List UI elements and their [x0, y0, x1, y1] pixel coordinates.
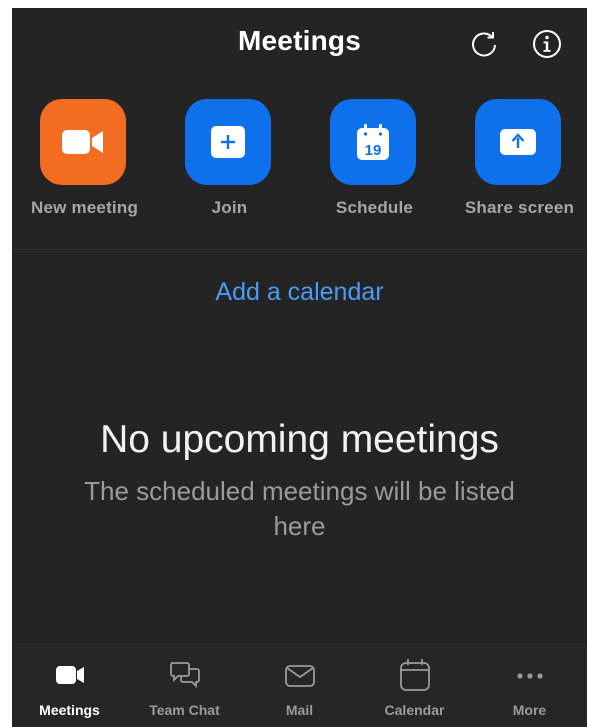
tab-meetings[interactable]: Meetings	[12, 648, 127, 727]
tab-calendar[interactable]: Calendar	[357, 648, 472, 727]
tab-mail[interactable]: Mail	[242, 648, 357, 727]
tab-more[interactable]: More	[472, 648, 587, 727]
share-screen-label: Share screen	[464, 198, 575, 217]
plus-icon	[211, 126, 245, 158]
envelope-icon	[282, 658, 318, 692]
new-meeting-label: New meeting	[30, 198, 139, 217]
chat-bubbles-icon	[167, 658, 203, 692]
schedule-action[interactable]: 19 Schedule	[302, 98, 447, 228]
refresh-icon[interactable]	[468, 28, 500, 60]
join-button[interactable]	[185, 99, 271, 185]
tab-team-chat-label: Team Chat	[149, 702, 220, 718]
empty-state-title: No upcoming meetings	[100, 418, 499, 461]
tab-team-chat[interactable]: Team Chat	[127, 648, 242, 727]
tab-mail-label: Mail	[285, 702, 314, 718]
add-calendar-link[interactable]: Add a calendar	[12, 278, 587, 307]
schedule-label: Schedule	[335, 198, 414, 217]
share-screen-button[interactable]	[475, 99, 561, 185]
join-label: Join	[211, 198, 248, 217]
quick-actions: New meeting Join 19 Schedule Share scree…	[12, 98, 587, 228]
video-camera-icon	[52, 658, 88, 692]
empty-state-subtitle: The scheduled meetings will be listed he…	[84, 476, 515, 541]
calendar-day: 19	[365, 142, 382, 159]
calendar-icon	[397, 658, 433, 692]
header: Meetings	[12, 8, 587, 78]
new-meeting-button[interactable]	[40, 99, 126, 185]
tab-meetings-label: Meetings	[39, 702, 100, 718]
schedule-button[interactable]: 19	[330, 99, 416, 185]
join-action[interactable]: Join	[157, 98, 302, 228]
share-arrow-icon	[500, 129, 536, 155]
tab-calendar-label: Calendar	[384, 702, 445, 718]
video-camera-icon	[62, 130, 103, 154]
more-dots-icon	[512, 658, 548, 692]
page-title: Meetings	[238, 25, 361, 56]
divider	[12, 249, 587, 250]
bottom-tab-bar: Meetings Team Chat Mail Calendar More	[12, 647, 587, 727]
meetings-screen: Meetings New meeting Join 19 Schedule Sh…	[12, 8, 587, 727]
new-meeting-action[interactable]: New meeting	[12, 98, 157, 228]
share-screen-action[interactable]: Share screen	[447, 98, 587, 228]
info-icon[interactable]	[531, 28, 563, 60]
tab-more-label: More	[512, 702, 547, 718]
calendar-icon: 19	[357, 124, 389, 160]
